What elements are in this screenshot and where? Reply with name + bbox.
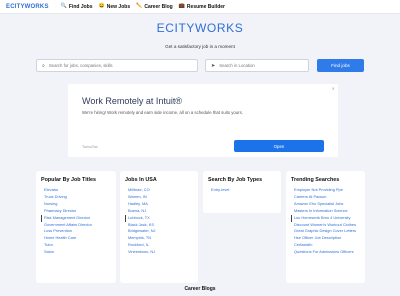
list-item[interactable]: Loss Prevention [41, 228, 111, 235]
location-search-input[interactable] [219, 63, 308, 68]
list-item[interactable]: Home Health Care [41, 235, 111, 242]
list-item[interactable]: Bridgewater, NJ [125, 228, 193, 235]
list-item[interactable]: Salon [41, 249, 111, 256]
list-item[interactable]: Millbrae, CO [125, 187, 193, 194]
trending-searches-card: Trending Searches Employer Not Providing… [286, 171, 365, 283]
keyword-search-input[interactable] [48, 63, 197, 68]
list-item[interactable]: Memphis, TN [125, 235, 193, 242]
nav-link-label: Resume Builder [186, 3, 225, 10]
trending-list: Employer Not Providing Ppe Careers At Pa… [291, 187, 360, 256]
list-item[interactable]: Elevator [41, 187, 111, 194]
list-item[interactable]: Rockford, IL [125, 242, 193, 249]
search-icon: ⌕ [42, 62, 45, 69]
list-item[interactable]: Questions For Admissions Officers [291, 249, 360, 256]
card-title: Trending Searches [291, 177, 340, 183]
list-item[interactable]: Hse Officer Job Description [291, 235, 360, 242]
pencil-icon: ✏️ [136, 3, 143, 9]
jobs-in-usa-card: Jobs In USA Millbrae, CO Warren, IN Hadl… [120, 171, 198, 283]
list-item[interactable]: Truck Driving [41, 194, 111, 201]
job-type-list: Entry-level [208, 187, 276, 194]
nav-resume-builder[interactable]: 💼 Resume Builder [179, 4, 225, 10]
nav-career-blog[interactable]: ✏️ Career Blog [136, 4, 173, 10]
job-title-list: Elevator Truck Driving Nursing Pharmacy … [41, 187, 111, 256]
ad-close-icon[interactable]: ✕ [332, 86, 335, 91]
ad-banner: ✕ Work Remotely at Intuit® We're hiring!… [68, 84, 338, 157]
list-item[interactable]: Discount Women's Workout Clothes [291, 222, 360, 229]
list-item[interactable]: Nursing [41, 201, 111, 208]
location-arrow-icon: ➤ [211, 62, 216, 69]
list-item[interactable]: Hadley, MA [125, 201, 193, 208]
card-title: Popular By Job Titles [41, 177, 97, 183]
list-item[interactable]: Great Graphic Design Cover Letters [291, 228, 360, 235]
nav-links: 🔍 Find Jobs 😀 New Jobs ✏️ Career Blog 💼 … [61, 4, 225, 10]
career-blogs-heading: Career Blogs [184, 286, 216, 292]
list-item[interactable]: Employer Not Providing Ppe [291, 187, 360, 194]
hero-subtitle: Get a satisfactory job in a moment [165, 44, 235, 49]
location-list: Millbrae, CO Warren, IN Hadley, MA Buena… [125, 187, 193, 256]
list-item[interactable]: Warren, IN [125, 194, 193, 201]
briefcase-icon: 💼 [178, 3, 185, 9]
list-item[interactable]: Amazon Eho Specialist Jobs [291, 201, 360, 208]
keyword-search-box: ⌕ [36, 59, 198, 72]
popular-job-titles-card: Popular By Job Titles Elevator Truck Dri… [36, 171, 116, 283]
list-item[interactable]: Lubbock, TX [125, 214, 193, 222]
list-item[interactable]: Government Affairs Director [41, 222, 111, 229]
magnifier-icon: 🔍 [60, 3, 67, 9]
ad-brand: TurboTax [82, 145, 98, 149]
list-item[interactable]: Entry-level [208, 187, 276, 194]
list-item[interactable]: Lsu Homework Bmo 4 University [291, 214, 360, 222]
list-item[interactable]: Pharmacy Director [41, 208, 111, 215]
nav-new-jobs[interactable]: 😀 New Jobs [99, 4, 131, 10]
find-jobs-button[interactable]: Find jobs [317, 59, 364, 72]
list-item[interactable]: Black Jack, KS [125, 222, 193, 229]
list-item[interactable]: Certaxisfin [291, 242, 360, 249]
ad-text: We're hiring! Work remotely and earn sid… [82, 110, 243, 115]
list-item[interactable]: Buena, NJ [125, 208, 193, 215]
nav-find-jobs[interactable]: 🔍 Find Jobs [61, 4, 93, 10]
card-title: Jobs In USA [125, 177, 157, 183]
location-search-box: ➤ [205, 59, 309, 72]
nav-link-label: New Jobs [106, 3, 131, 10]
list-item[interactable]: Careers At Pacsun [291, 194, 360, 201]
ad-title[interactable]: Work Remotely at Intuit® [82, 96, 182, 106]
job-types-card: Search By Job Types Entry-level [203, 171, 281, 213]
list-item[interactable]: Masters In Information Science [291, 208, 360, 215]
list-item[interactable]: Vineentown, NJ [125, 249, 193, 256]
ad-open-button[interactable]: Open [234, 140, 324, 152]
new-badge-icon: 😀 [98, 3, 105, 9]
card-title: Search By Job Types [208, 177, 263, 183]
nav-link-label: Find Jobs [68, 3, 93, 10]
top-nav: ECITYWORKS 🔍 Find Jobs 😀 New Jobs ✏️ Car… [0, 0, 400, 14]
nav-link-label: Career Blog [144, 3, 173, 10]
site-logo[interactable]: ECITYWORKS [6, 4, 49, 10]
list-item[interactable]: Tutor [41, 242, 111, 249]
hero-title: ECITYWORKS [156, 21, 244, 35]
list-item[interactable]: Risk Management Director [41, 214, 111, 222]
